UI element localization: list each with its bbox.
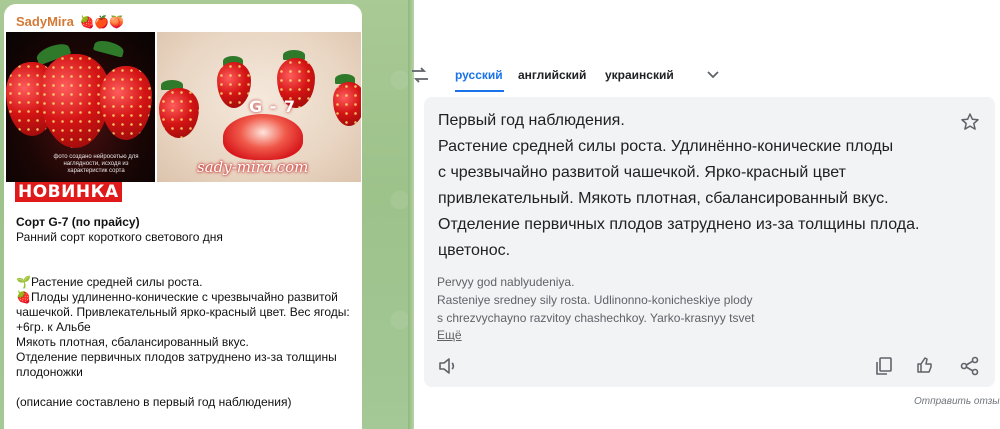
sender-emoji: 🍓🍎🍑 <box>79 15 125 29</box>
translation-line: цветонос. <box>438 242 511 259</box>
strawberry-photo-left[interactable]: фото создано нейросетью для наглядности,… <box>6 32 155 182</box>
new-badge: НОВИНКА <box>15 182 122 202</box>
message-bubble: SadyMira 🍓🍎🍑 фото создано нейросетью для… <box>4 4 362 429</box>
rate-translation-icon[interactable] <box>915 355 937 377</box>
copy-icon[interactable] <box>873 355 895 377</box>
leaf-shape <box>92 38 126 58</box>
transliteration: Pervyy god nablyudeniya. Rasteniye sredn… <box>437 273 837 327</box>
translation-output[interactable]: Первый год наблюдения. Растение средней … <box>438 108 938 264</box>
share-icon[interactable] <box>959 355 981 377</box>
description-note: (описание составлено в первый год наблюд… <box>16 395 292 409</box>
variety-title: Сорт G-7 (по прайсу) <box>16 215 140 229</box>
chat-pane: SadyMira 🍓🍎🍑 фото создано нейросетью для… <box>0 0 412 429</box>
watermark-url: sady-mira.com <box>197 158 309 176</box>
strawberry-shape <box>217 62 251 108</box>
transliteration-line: s chrezvychayno razvitoy chashechkoy. Ya… <box>437 311 755 325</box>
chevron-down-icon[interactable] <box>705 66 721 82</box>
strawberry-shape <box>159 88 199 138</box>
message-text: Сорт G-7 (по прайсу) Ранний сорт коротко… <box>16 215 361 410</box>
transliteration-line: Rasteniye sredney sily rosta. Udlinonno-… <box>437 293 753 307</box>
active-tab-indicator <box>455 90 504 92</box>
send-feedback-link[interactable]: Отправить отзыв <box>914 396 1000 407</box>
strawberry-shape <box>100 66 152 140</box>
tab-language-english[interactable]: английский <box>518 68 586 82</box>
description-line: 🍓Плоды удлиненно-конические с чрезвычайн… <box>16 290 350 334</box>
photo-caption: фото создано нейросетью для наглядности,… <box>53 154 139 174</box>
variety-subtitle: Ранний сорт короткого светового дня <box>16 230 223 244</box>
tab-language-ukrainian[interactable]: украинский <box>605 68 674 82</box>
translation-line: Отделение первичных плодов затруднено из… <box>438 216 920 233</box>
strawberry-shape <box>333 82 361 126</box>
sender-name-text[interactable]: SadyMira <box>16 14 74 29</box>
translation-line: с чрезвычайно развитой чашечкой. Ярко-кр… <box>438 164 846 181</box>
translation-line: Растение средней силы роста. Удлинённо-к… <box>438 138 894 155</box>
swap-languages-icon[interactable] <box>410 66 430 84</box>
variety-label: G - 7 <box>249 97 297 116</box>
cut-strawberry-shape <box>223 114 303 160</box>
star-icon[interactable] <box>960 112 980 132</box>
description-line: Отделение первичных плодов затруднено из… <box>16 350 337 379</box>
speaker-icon[interactable] <box>437 355 459 377</box>
strawberry-photo-right[interactable]: G - 7 sady-mira.com <box>157 32 361 182</box>
transliteration-line: Pervyy god nablyudeniya. <box>437 275 575 289</box>
tab-language-russian[interactable]: русский <box>455 68 503 82</box>
translation-line: Первый год наблюдения. <box>438 112 625 129</box>
description-line: Мякоть плотная, сбалансированный вкус. <box>16 335 249 349</box>
description-line: 🌱Растение средней силы роста. <box>16 275 203 289</box>
more-link[interactable]: Ещё <box>437 328 462 342</box>
sender-name[interactable]: SadyMira 🍓🍎🍑 <box>16 14 124 29</box>
translation-line: привлекательный. Мякоть плотная, сбаланс… <box>438 190 889 207</box>
